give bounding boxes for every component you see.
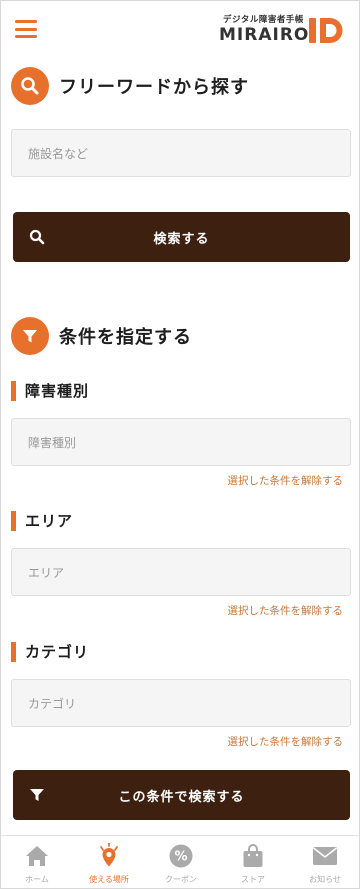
conditions-section-header: 条件を指定する — [11, 317, 192, 355]
area-select[interactable]: エリア — [11, 548, 351, 596]
freeword-input[interactable]: 施設名など — [11, 129, 351, 177]
category-header: カテゴリ — [11, 641, 89, 662]
nav-label-places: 使える場所 — [89, 875, 129, 884]
category-select[interactable]: カテゴリ — [11, 679, 351, 727]
bottom-nav: ホーム 使える場所 % クーポン ストア お知らせ — [1, 835, 359, 888]
search-button-label: 検索する — [153, 231, 210, 247]
disability-type-header: 障害種別 — [11, 380, 89, 401]
app-frame: デジタル障害者手帳 MIRAIRO フリーワードから探す 施設名など 検索する — [0, 0, 360, 889]
conditions-title: 条件を指定する — [59, 327, 192, 348]
app-header: デジタル障害者手帳 MIRAIRO — [1, 1, 359, 57]
freeword-title: フリーワードから探す — [59, 77, 249, 98]
nav-item-coupon[interactable]: % クーポン — [145, 836, 217, 888]
area-header: エリア — [11, 510, 73, 531]
search-icon — [29, 229, 45, 245]
nav-label-home: ホーム — [25, 875, 49, 884]
home-icon — [23, 842, 51, 870]
condition-search-button[interactable]: この条件で検索する — [13, 770, 350, 820]
shopping-bag-icon — [239, 842, 267, 870]
app-logo[interactable]: デジタル障害者手帳 MIRAIRO — [217, 13, 347, 45]
nav-item-notice[interactable]: お知らせ — [289, 836, 359, 888]
filter-icon — [30, 789, 44, 801]
location-pin-icon — [95, 842, 123, 870]
mail-icon — [311, 842, 339, 870]
menu-icon[interactable] — [15, 20, 37, 38]
logo-name: MIRAIRO — [219, 25, 310, 45]
clear-area-link[interactable]: 選択した条件を解除する — [228, 603, 344, 618]
disability-type-select[interactable]: 障害種別 — [11, 418, 351, 466]
search-button[interactable]: 検索する — [13, 212, 350, 262]
filter-icon — [11, 317, 49, 355]
condition-search-button-label: この条件で検索する — [118, 789, 245, 805]
svg-text:%: % — [174, 850, 187, 865]
nav-item-store[interactable]: ストア — [217, 836, 289, 888]
disability-type-label: 障害種別 — [25, 382, 90, 400]
nav-label-coupon: クーポン — [165, 875, 197, 884]
search-icon — [11, 67, 49, 105]
clear-disability-type-link[interactable]: 選択した条件を解除する — [228, 473, 344, 488]
nav-label-store: ストア — [241, 875, 265, 884]
coupon-percent-icon: % — [167, 842, 195, 870]
area-label: エリア — [25, 512, 74, 530]
freeword-section-header: フリーワードから探す — [11, 67, 249, 105]
logo-tagline: デジタル障害者手帳 — [223, 15, 304, 25]
clear-category-link[interactable]: 選択した条件を解除する — [228, 734, 344, 749]
nav-label-notice: お知らせ — [309, 875, 341, 884]
category-label: カテゴリ — [25, 643, 90, 661]
logo-id-mark — [309, 18, 343, 43]
nav-item-home[interactable]: ホーム — [1, 836, 73, 888]
nav-item-places[interactable]: 使える場所 — [73, 836, 145, 888]
